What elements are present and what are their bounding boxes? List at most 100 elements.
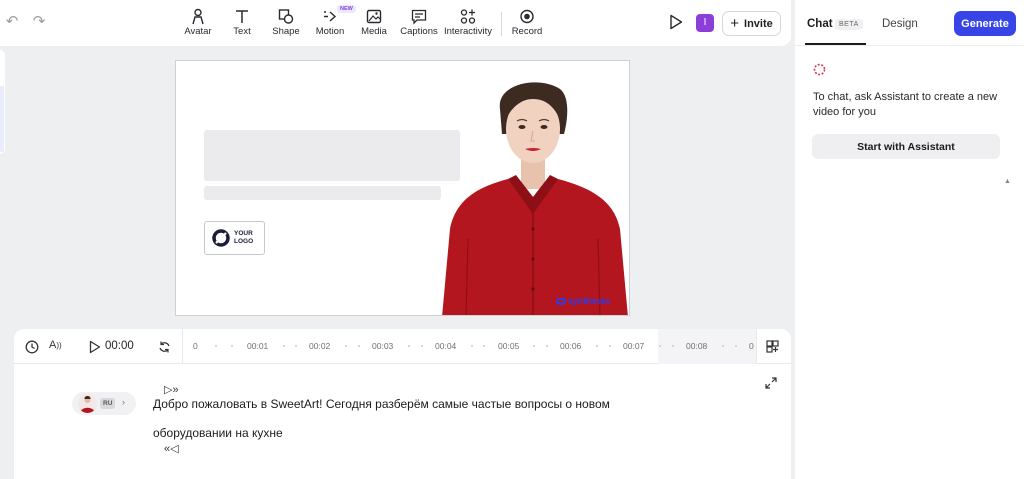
ruler-label: 00:06: [560, 341, 582, 351]
motion-icon: [324, 11, 337, 22]
shape-tool-button[interactable]: Shape: [272, 8, 300, 40]
ruler-tick: [596, 345, 598, 347]
motion-tool-button[interactable]: NEW Motion: [314, 5, 356, 40]
logo-text-line1: YOUR: [234, 230, 253, 237]
ruler-label: 00:03: [372, 341, 394, 351]
invite-label: Invite: [744, 17, 773, 30]
ruler-label: 00:02: [309, 341, 331, 351]
ruler-tick: [735, 345, 737, 347]
logo-text-line2: LOGO: [234, 238, 254, 245]
media-tool-label: Media: [361, 26, 387, 37]
text-tool-button[interactable]: Text: [230, 8, 254, 40]
plus-icon: +: [730, 14, 740, 32]
text-tool-label: Text: [233, 26, 251, 37]
logo-ring-icon: [212, 229, 230, 247]
subtitle-placeholder[interactable]: [204, 186, 441, 200]
script-start-marker-icon[interactable]: ▷»: [164, 383, 179, 396]
ruler-tick: [672, 345, 674, 347]
record-tool-label: Record: [511, 26, 543, 37]
timeline-toolbar: A)) 00:00 0 00:01 00:02 00:03 00:04 00:0…: [14, 329, 791, 364]
logo-text: YOUR LOGO: [234, 230, 253, 246]
tab-chat[interactable]: Chat: [807, 18, 833, 30]
ruler-tick: [722, 345, 724, 347]
ruler-label: 00:01: [247, 341, 269, 351]
synthesia-watermark-text: synthesia: [568, 296, 610, 306]
beta-badge: BETA: [835, 19, 863, 30]
user-avatar[interactable]: I: [696, 14, 714, 32]
left-sidebar-selected-edge: [0, 86, 4, 152]
avatar-tool-label: Avatar: [184, 26, 212, 37]
ruler-tick: [231, 345, 233, 347]
scene-canvas[interactable]: YOUR LOGO synthesia: [175, 60, 630, 316]
ruler-tick: [659, 345, 661, 347]
script-line-1: Добро пожаловать в SweetArt! Сегодня раз…: [153, 397, 610, 411]
ruler-tick: [283, 345, 285, 347]
voice-selector[interactable]: RU ›: [72, 392, 136, 415]
caret-up-icon[interactable]: ▲: [1004, 178, 1011, 185]
ruler-tick: [483, 345, 485, 347]
record-icon: [520, 9, 534, 24]
timeline-ruler[interactable]: 0 00:01 00:02 00:03 00:04 00:05 00:06 00…: [182, 329, 757, 364]
voice-avatar: [78, 394, 97, 413]
shape-tool-label: Shape: [272, 26, 300, 37]
invite-button[interactable]: + Invite: [722, 11, 781, 36]
expand-icon[interactable]: [765, 377, 777, 389]
text-icon: [236, 10, 248, 23]
ruler-tick: [471, 345, 473, 347]
redo-icon[interactable]: ↷: [30, 13, 48, 31]
timeline-play-icon[interactable]: [89, 340, 101, 354]
captions-tool-button[interactable]: Captions: [400, 8, 438, 40]
voice-language-badge: RU: [100, 398, 116, 409]
generate-button[interactable]: Generate: [954, 11, 1016, 36]
synthesia-watermark: synthesia: [556, 296, 610, 306]
ruler-tick: [358, 345, 360, 347]
ruler-tick: [533, 345, 535, 347]
start-with-assistant-button[interactable]: Start with Assistant: [812, 134, 1000, 159]
chevron-right-icon: ›: [122, 397, 125, 407]
preview-play-icon[interactable]: [669, 14, 683, 30]
synthesia-logo-icon: [556, 297, 566, 305]
ruler-tick: [546, 345, 548, 347]
current-time: 00:00: [105, 340, 134, 352]
motion-tool-label: Motion: [315, 26, 345, 37]
clock-icon[interactable]: [25, 340, 39, 354]
record-tool-button[interactable]: Record: [511, 8, 543, 40]
ruler-label: 0: [749, 341, 754, 351]
ruler-tick: [421, 345, 423, 347]
media-icon: [366, 9, 382, 24]
interactivity-icon: [460, 9, 476, 24]
captions-tool-label: Captions: [400, 26, 438, 37]
shape-icon: [278, 9, 294, 24]
ruler-tick: [408, 345, 410, 347]
ruler-tick: [345, 345, 347, 347]
logo-placeholder[interactable]: YOUR LOGO: [204, 221, 265, 255]
assistant-message: To chat, ask Assistant to create a new v…: [813, 91, 998, 118]
timeline-panel: A)) 00:00 0 00:01 00:02 00:03 00:04 00:0…: [14, 329, 791, 479]
assistant-panel: Chat BETA Design Generate To chat, ask A…: [795, 0, 1024, 479]
script-end-marker-icon[interactable]: «◁: [164, 442, 179, 455]
undo-icon[interactable]: ↶: [3, 13, 21, 31]
script-text[interactable]: Добро пожаловать в SweetArt! Сегодня раз…: [153, 397, 753, 440]
ruler-label: 0: [193, 341, 198, 351]
tab-design[interactable]: Design: [882, 18, 918, 30]
panel-divider: [795, 45, 1024, 46]
interactivity-tool-label: Interactivity: [444, 26, 493, 37]
new-badge: NEW: [337, 5, 356, 13]
ruler-label: 00:04: [435, 341, 457, 351]
top-toolbar: ↶ ↷ Avatar Text Shape NEW Motion Media C…: [0, 0, 791, 46]
script-line-2: оборудовании на кухне: [153, 426, 283, 440]
text-size-icon[interactable]: A)): [49, 339, 62, 351]
loop-icon[interactable]: [158, 340, 171, 354]
ruler-label: 00:07: [623, 341, 645, 351]
interactivity-tool-button[interactable]: Interactivity: [444, 8, 492, 40]
text-size-waves-icon: )): [56, 341, 62, 350]
title-placeholder[interactable]: [204, 130, 460, 181]
ruler-tick: [609, 345, 611, 347]
avatar-tool-button[interactable]: Avatar: [183, 8, 213, 40]
ruler-label: 00:08: [686, 341, 708, 351]
layout-toggle-icon[interactable]: [766, 340, 779, 353]
ruler-tick: [215, 345, 217, 347]
captions-icon: [411, 9, 427, 25]
media-tool-button[interactable]: Media: [360, 8, 388, 40]
avatar-presenter[interactable]: [438, 79, 630, 316]
